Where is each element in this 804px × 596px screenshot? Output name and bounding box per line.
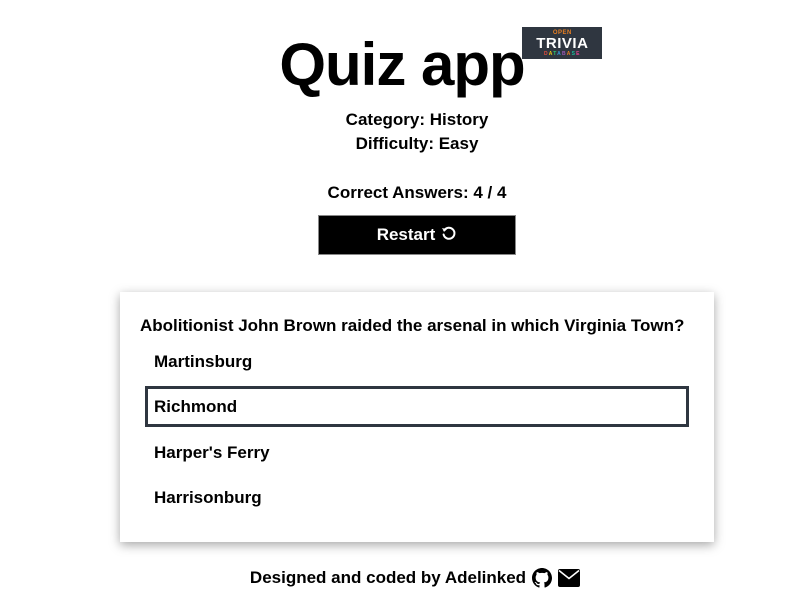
category-label: Category: History [345,110,489,129]
restart-label: Restart [376,225,436,244]
answer-option[interactable]: Harrisonburg [145,477,689,518]
footer-credit: Designed and coded by Adelinked [249,568,527,587]
question-text: Abolitionist John Brown raided the arsen… [140,316,685,335]
restart-icon [441,225,457,246]
footer: Designed and coded by Adelinked [0,568,804,588]
page-title: Quiz app [279,31,525,98]
logo-trivia-text: TRIVIA [536,34,589,52]
title-wrap: Quiz app OPEN TRIVIA DATABASE [279,27,603,100]
answer-option-selected[interactable]: Richmond [145,386,689,427]
score-label: Correct Answers: 4 / 4 [327,183,507,202]
question-card: Abolitionist John Brown raided the arsen… [120,292,714,542]
logo-database-text: DATABASE [543,50,581,57]
header: Quiz app OPEN TRIVIA DATABASE [0,27,804,100]
answer-option[interactable]: Martinsburg [145,341,689,382]
github-icon[interactable] [532,568,553,588]
difficulty-label: Difficulty: Easy [355,134,479,153]
restart-button[interactable]: Restart [318,215,516,255]
open-trivia-logo: OPEN TRIVIA DATABASE [522,27,603,59]
envelope-icon[interactable] [558,569,581,587]
answer-option[interactable]: Harper's Ferry [145,432,689,473]
